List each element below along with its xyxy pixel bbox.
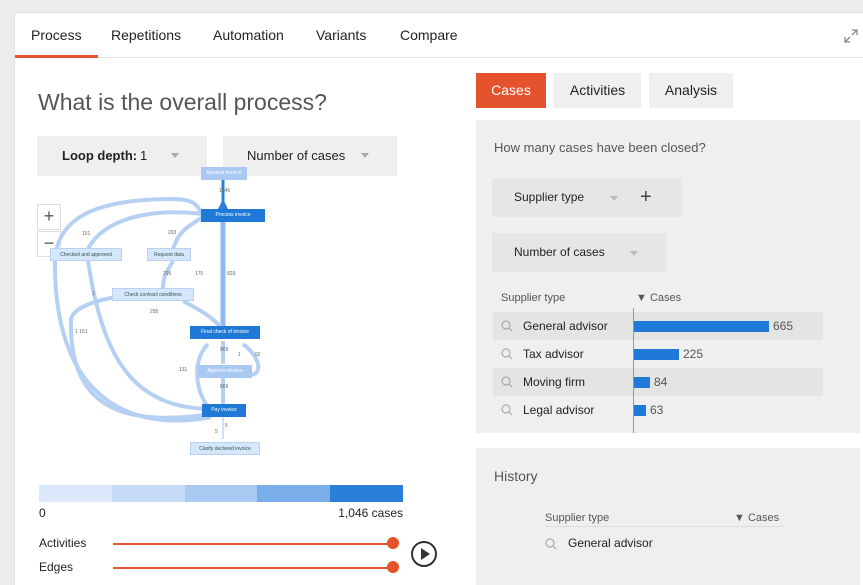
row-label: Moving firm (523, 375, 586, 389)
history-panel: History Supplier type ▼ Cases General ad… (476, 448, 860, 585)
edge-label: 1 151 (75, 329, 88, 335)
edges-label: Edges (39, 560, 74, 574)
edge-label: 1046 (219, 188, 231, 194)
activities-slider-handle[interactable] (387, 537, 399, 549)
row-bar (633, 349, 679, 360)
cases-question: How many cases have been closed? (494, 140, 706, 155)
supplier-type-select[interactable]: Supplier type + (492, 178, 682, 217)
tab-variants[interactable]: Variants (300, 13, 382, 58)
tab-automation[interactable]: Automation (197, 13, 300, 58)
edge-label: 1 (238, 352, 241, 358)
table-row[interactable]: Moving firm 84 (493, 368, 823, 396)
edge-label: 151 (82, 231, 91, 237)
process-panel: What is the overall process? Loop depth:… (15, 59, 460, 585)
node-checked-approved[interactable]: Checked and approved (50, 248, 122, 261)
node-pay-invoice[interactable]: Pay invoice (202, 404, 246, 417)
search-icon (501, 320, 513, 332)
app-window: Process Repetitions Automation Variants … (14, 12, 863, 585)
table-row[interactable]: Legal advisor 63 (493, 396, 823, 424)
process-graph: Receive invoice Process invoice Checked … (33, 159, 413, 459)
row-value: 665 (773, 319, 794, 333)
edge-label: 295 (150, 309, 159, 315)
tab-analysis[interactable]: Analysis (649, 73, 733, 108)
row-bar (633, 321, 769, 332)
play-icon (421, 548, 430, 560)
edge-label: 5 (225, 423, 228, 429)
analysis-panel: Cases Activities Analysis How many cases… (476, 59, 863, 585)
node-receive-invoice[interactable]: Receive invoice (201, 167, 247, 180)
history-column-cases[interactable]: ▼ Cases (734, 512, 779, 524)
table-row[interactable]: Tax advisor 225 (493, 340, 823, 368)
search-icon (501, 348, 513, 360)
chevron-down-icon (610, 196, 618, 201)
search-icon (545, 538, 557, 550)
row-bar (633, 405, 646, 416)
node-approve-invoice[interactable]: Approve invoice (198, 365, 252, 378)
play-button[interactable] (411, 541, 437, 567)
activities-label: Activities (39, 536, 87, 550)
history-title: History (494, 468, 538, 484)
top-navigation: Process Repetitions Automation Variants … (15, 13, 863, 58)
edge-label: 869 (220, 347, 229, 353)
row-value: 63 (650, 403, 664, 417)
edge-label: 829 (227, 271, 236, 277)
edge-label: 295 (163, 271, 172, 277)
column-header-cases[interactable]: ▼ Cases (636, 292, 681, 304)
expand-icon[interactable] (844, 29, 858, 43)
row-bar (633, 377, 650, 388)
edge-label: 1 (92, 291, 95, 297)
node-final-check[interactable]: Final check of invoice (190, 326, 260, 339)
row-label: Tax advisor (523, 347, 584, 361)
edge-label: 293 (168, 230, 177, 236)
supplier-type-label: Supplier type (514, 190, 585, 204)
activities-slider[interactable] (113, 543, 395, 545)
row-label: Legal advisor (523, 403, 595, 417)
divider (545, 526, 785, 527)
tab-compare[interactable]: Compare (384, 13, 474, 58)
node-request-data[interactable]: Request data (147, 248, 191, 261)
row-value: 84 (654, 375, 668, 389)
edges-slider-handle[interactable] (387, 561, 399, 573)
tab-process[interactable]: Process (15, 13, 98, 58)
frequency-legend (39, 485, 403, 502)
axis-line (633, 308, 634, 433)
frequency-min: 0 (39, 506, 46, 520)
node-process-invoice[interactable]: Process invoice (201, 209, 265, 222)
search-icon (501, 376, 513, 388)
frequency-max: 1,046 cases (338, 506, 403, 520)
chevron-down-icon (361, 153, 369, 158)
cases-panel: How many cases have been closed? Supplie… (476, 120, 860, 433)
plus-icon[interactable]: + (640, 178, 652, 217)
column-header-supplier-type[interactable]: Supplier type (501, 292, 565, 304)
tab-repetitions[interactable]: Repetitions (95, 13, 197, 58)
edge-label: 92 (255, 352, 261, 358)
search-icon (501, 404, 513, 416)
chevron-down-icon (630, 251, 638, 256)
tab-cases[interactable]: Cases (476, 73, 546, 108)
row-label: General advisor (523, 319, 608, 333)
tab-activities[interactable]: Activities (554, 73, 641, 108)
page-title: What is the overall process? (38, 89, 327, 115)
number-of-cases-select[interactable]: Number of cases (492, 233, 666, 272)
row-value: 225 (683, 347, 704, 361)
table-row[interactable]: General advisor 665 (493, 312, 823, 340)
node-clarify-invoice[interactable]: Clarify declared invoice (190, 442, 260, 455)
edge-label: 5 (215, 429, 218, 435)
edge-label: 131 (179, 367, 188, 373)
history-column-supplier-type[interactable]: Supplier type (545, 512, 609, 524)
number-of-cases-label: Number of cases (514, 245, 605, 259)
node-check-contract[interactable]: Check contract conditions (112, 288, 194, 301)
chevron-down-icon (171, 153, 179, 158)
edges-slider[interactable] (113, 567, 395, 569)
edge-label: 175 (195, 271, 204, 277)
edge-label: 869 (220, 384, 229, 390)
arrow-icon (218, 199, 228, 209)
history-row-label[interactable]: General advisor (568, 536, 653, 550)
